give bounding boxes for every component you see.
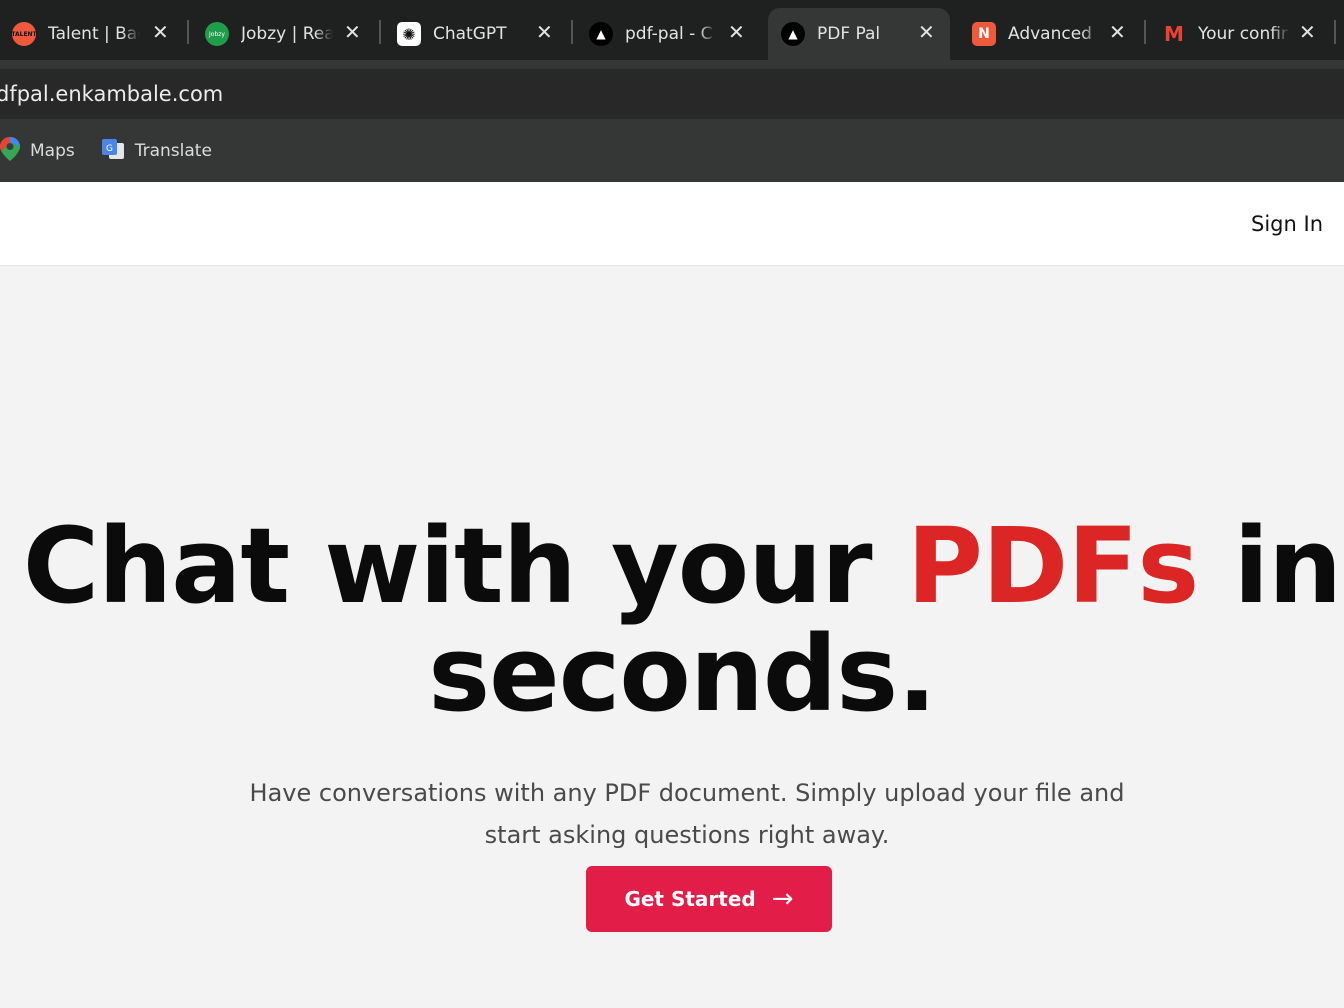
close-icon[interactable]: ✕ <box>1109 20 1126 44</box>
hero-headline: Chat with your PDFs in seconds. <box>0 512 1344 728</box>
headline-text: Chat with your <box>22 505 907 627</box>
tab-gmail[interactable]: M Your confir ✕ <box>1162 8 1332 60</box>
address-bar[interactable]: dfpal.enkambale.com <box>0 69 1344 119</box>
jobzy-icon: Jobzy <box>205 22 229 46</box>
maps-icon <box>0 136 20 166</box>
tab-title: PDF Pal <box>817 24 881 44</box>
tab-title: pdf-pal - C <box>625 24 713 44</box>
close-icon[interactable]: ✕ <box>728 20 745 44</box>
hero-subtitle: Have conversations with any PDF document… <box>249 779 1125 849</box>
bookmark-translate[interactable]: G Translate <box>101 137 212 166</box>
cta-label: Get Started <box>624 887 756 911</box>
tab-separator <box>571 20 573 44</box>
tab-title: Talent | Back <box>48 24 140 44</box>
site-navbar: Sign In <box>0 182 1344 266</box>
tab-separator <box>379 20 381 44</box>
tab-title: ChatGPT <box>433 24 507 44</box>
bookmark-label: Translate <box>134 141 212 161</box>
get-started-button[interactable]: Get Started → <box>586 866 832 932</box>
close-icon[interactable]: ✕ <box>918 20 935 44</box>
svg-text:G: G <box>106 144 113 154</box>
tab-pdf-pal-repo[interactable]: ▲ pdf-pal - C ✕ <box>589 8 759 60</box>
page-content: Sign In Chat with your PDFs in seconds. … <box>0 182 1344 1008</box>
tab-title: Advanced <box>1008 24 1092 44</box>
hero-section: Chat with your PDFs in seconds. Have con… <box>0 512 1344 856</box>
tab-talent[interactable]: TALENT Talent | Back ✕ <box>11 8 182 60</box>
browser-toolbar: dfpal.enkambale.com <box>0 60 1344 120</box>
headline-accent: PDFs <box>906 505 1199 627</box>
close-icon[interactable]: ✕ <box>344 20 361 44</box>
bookmark-maps[interactable]: Maps <box>0 136 75 166</box>
arrow-right-icon: → <box>771 884 794 914</box>
advanced-icon: N <box>972 22 996 46</box>
tab-separator <box>1334 20 1336 44</box>
tab-advanced[interactable]: N Advanced ✕ <box>972 8 1142 60</box>
headline-line2: seconds. <box>428 613 936 735</box>
triangle-icon: ▲ <box>781 22 805 46</box>
close-icon[interactable]: ✕ <box>536 20 553 44</box>
tab-chatgpt[interactable]: ✺ ChatGPT ✕ <box>397 8 567 60</box>
chatgpt-icon: ✺ <box>397 22 421 46</box>
tab-title: Your confir <box>1198 24 1288 44</box>
tab-strip: TALENT Talent | Back ✕ Jobzy Jobzy | Rea… <box>0 0 1344 60</box>
tab-separator <box>187 20 189 44</box>
bookmark-label: Maps <box>30 141 75 161</box>
tab-pdf-pal[interactable]: ▲ PDF Pal ✕ <box>768 8 950 60</box>
gmail-icon: M <box>1164 22 1184 46</box>
close-icon[interactable]: ✕ <box>1299 20 1316 44</box>
headline-text: in <box>1198 505 1342 627</box>
tab-title: Jobzy | Real <box>241 24 333 44</box>
url-text[interactable]: dfpal.enkambale.com <box>0 82 223 106</box>
close-icon[interactable]: ✕ <box>152 20 169 44</box>
bookmarks-bar: Maps G Translate <box>0 120 1344 182</box>
talent-icon: TALENT <box>11 22 37 46</box>
tab-separator <box>1144 20 1146 44</box>
triangle-icon: ▲ <box>589 22 613 46</box>
tab-jobzy[interactable]: Jobzy Jobzy | Real ✕ <box>205 8 375 60</box>
translate-icon: G <box>101 137 125 166</box>
sign-in-link[interactable]: Sign In <box>1251 212 1323 236</box>
